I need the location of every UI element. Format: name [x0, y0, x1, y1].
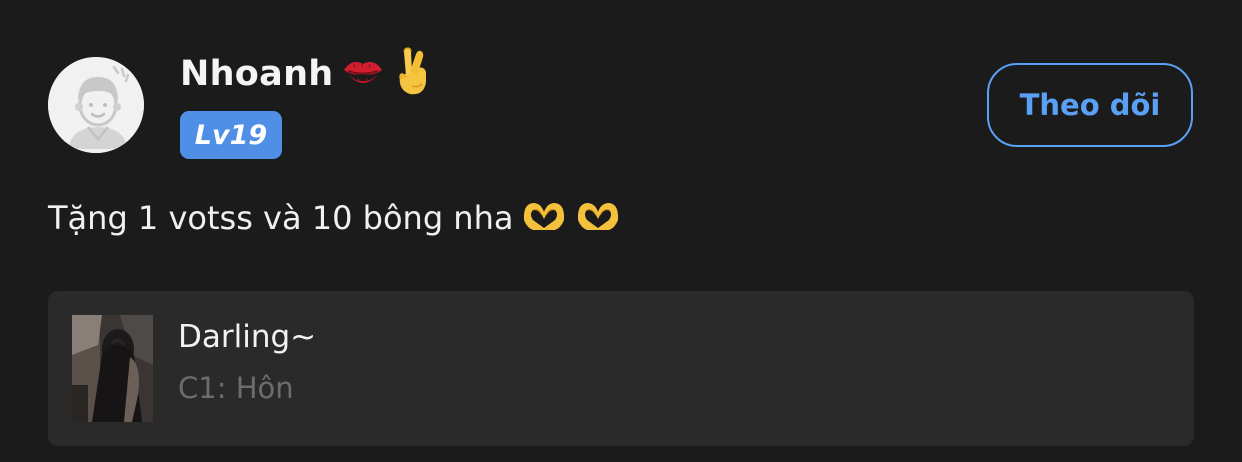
song-cover-image — [72, 315, 153, 422]
username[interactable]: Nhoanh — [180, 54, 334, 94]
song-title: Darling~ — [178, 319, 317, 355]
song-subtitle: C1: Hôn — [178, 371, 294, 405]
song-card[interactable]: Darling~ C1: Hôn — [48, 291, 1194, 446]
username-row: Nhoanh — [180, 46, 432, 103]
post-text: Tặng 1 votss và 10 bông nha — [48, 199, 514, 237]
crossed-fingers-icon — [392, 46, 432, 103]
default-avatar-icon — [48, 57, 144, 153]
heart-hands-icon — [575, 198, 621, 239]
follow-button[interactable]: Theo dõi — [987, 63, 1193, 147]
avatar[interactable] — [48, 57, 144, 153]
kiss-mark-icon — [340, 52, 386, 97]
heart-hands-icon — [521, 198, 567, 239]
level-badge: Lv19 — [180, 111, 282, 159]
post-text-row: Tặng 1 votss và 10 bông nha — [48, 192, 621, 244]
